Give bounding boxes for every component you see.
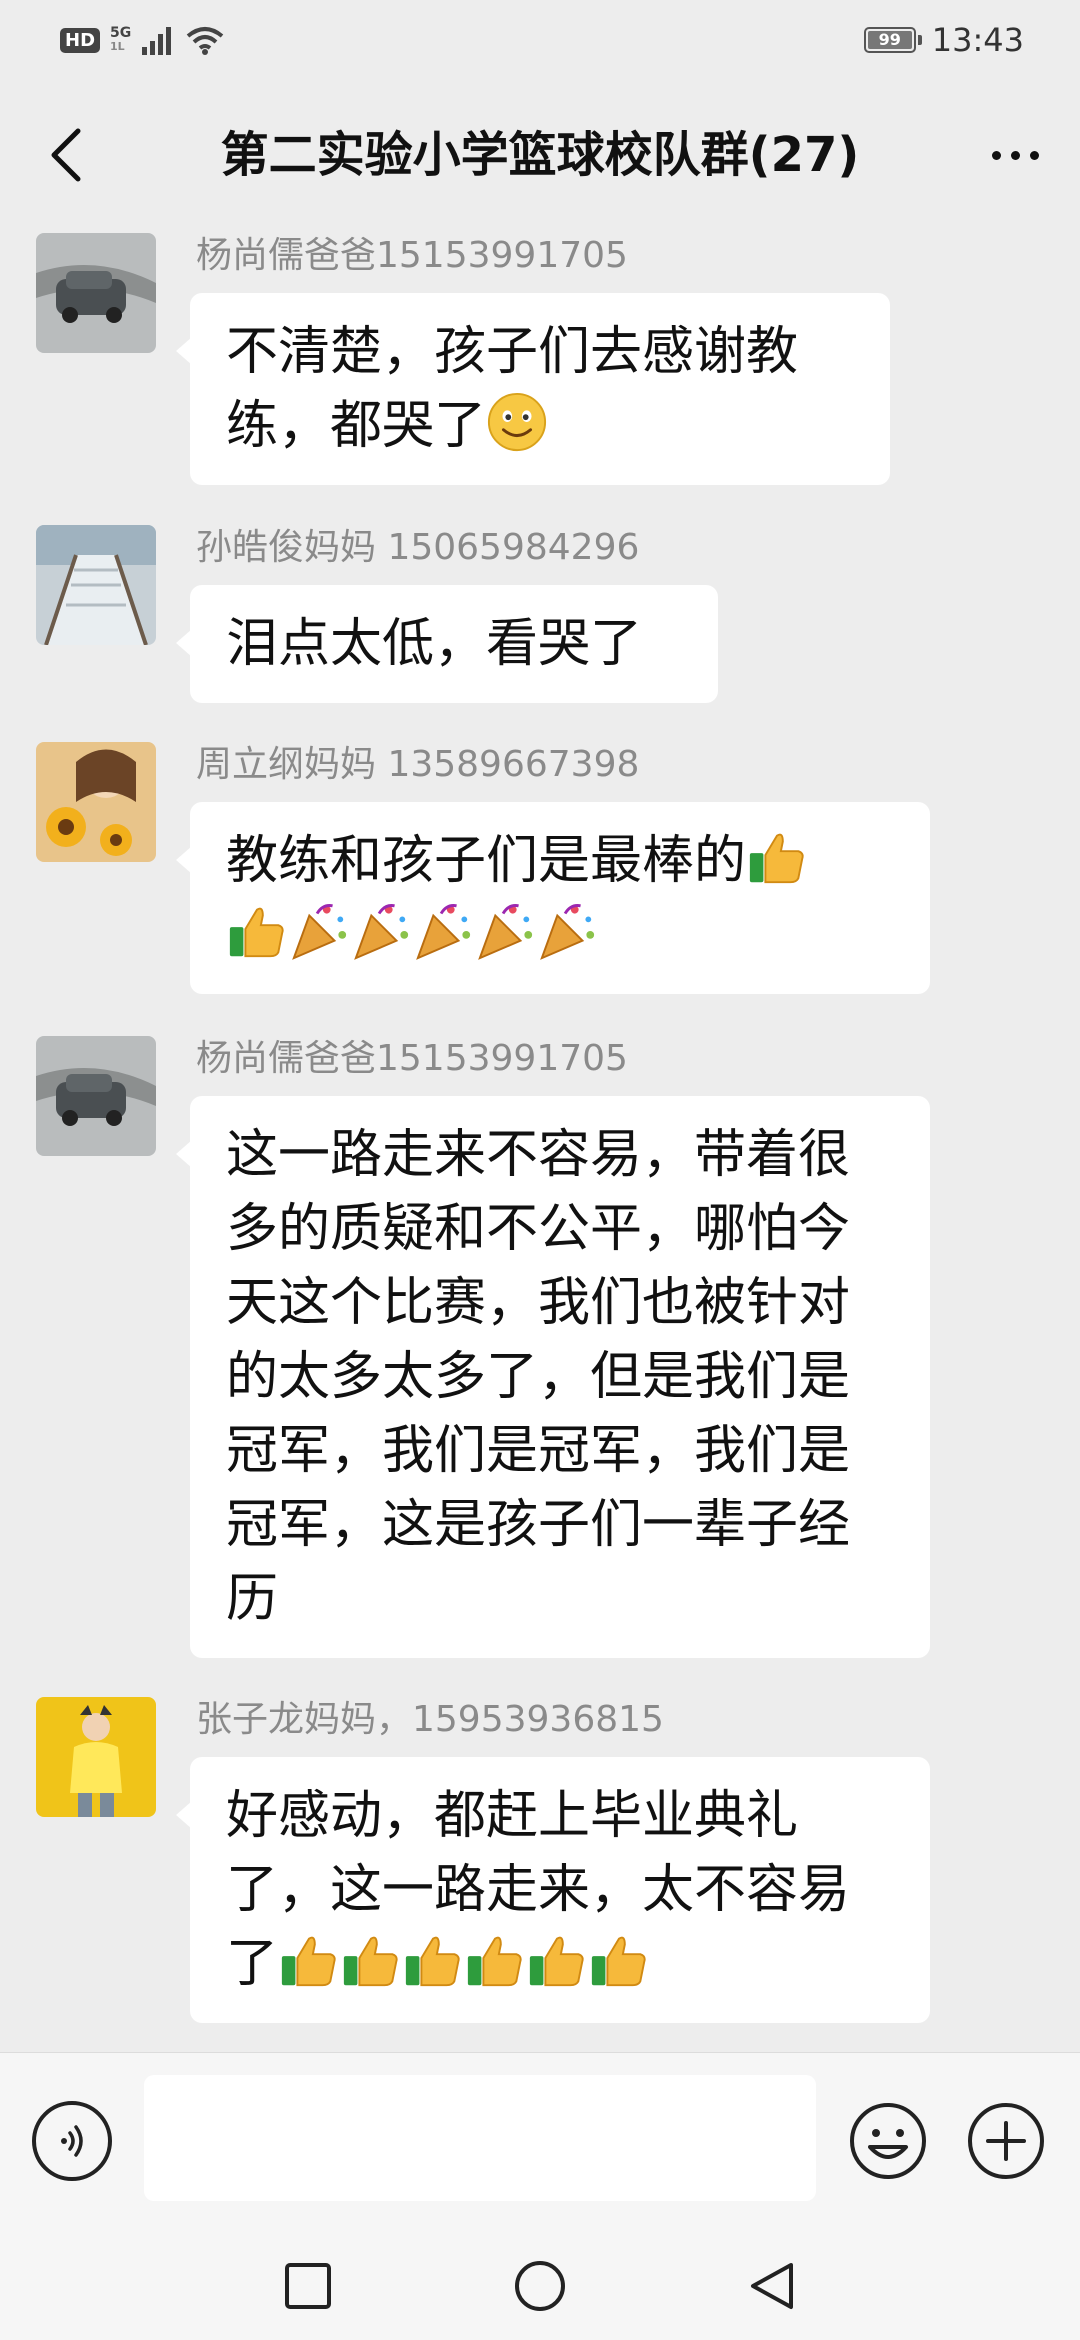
more-button[interactable] xyxy=(980,120,1050,190)
sender-name: 杨尚儒爸爸15153991705 xyxy=(196,1038,628,1079)
car-avatar-icon xyxy=(36,1036,156,1156)
thumbs-up-icon xyxy=(591,1936,646,1987)
plus-button[interactable] xyxy=(966,2101,1046,2181)
system-nav-bar xyxy=(0,2232,1080,2340)
chat-title: 第二实验小学篮球校队群(27) xyxy=(220,127,860,183)
status-right: 99 13:43 xyxy=(863,18,1024,62)
sender-name: 周立纲妈妈 13589667398 xyxy=(196,744,640,785)
voice-icon xyxy=(61,2125,83,2157)
avatar[interactable] xyxy=(36,742,156,862)
sender-name: 张子龙妈妈，15953936815 xyxy=(196,1699,664,1740)
message-line: 了 xyxy=(226,1934,279,1994)
battery-level: 99 xyxy=(878,30,901,49)
home-button[interactable] xyxy=(508,2254,572,2318)
message-line-with-emoji: 教练和孩子们是最棒的 xyxy=(226,824,894,898)
wifi-icon xyxy=(186,27,224,55)
message-bubble[interactable]: 好感动，都赶上毕业典礼 了，这一路走来，太不容易 了 xyxy=(176,1757,930,2023)
recent-apps-button[interactable] xyxy=(276,2254,340,2318)
thumbs-up-icon xyxy=(281,1936,336,1987)
thumbs-up-icon xyxy=(229,907,284,958)
battery-icon: 99 xyxy=(863,27,916,53)
snow-stairs-avatar-icon xyxy=(36,525,156,645)
party-popper-icon xyxy=(540,904,595,960)
more-dot xyxy=(1029,150,1039,160)
message-line: 冠军，我们是冠军，我们是 xyxy=(226,1421,851,1481)
square-icon xyxy=(285,2263,331,2309)
avatar[interactable] xyxy=(36,1697,156,1817)
more-dot xyxy=(1010,150,1020,160)
message-line: 天这个比赛，我们也被针对 xyxy=(226,1273,851,1333)
party-popper-icon xyxy=(478,904,533,960)
message-line-with-emoji: 练，都哭了 xyxy=(226,389,854,463)
message-line: 历 xyxy=(226,1569,279,1629)
chat-header: 第二实验小学篮球校队群(27) xyxy=(0,100,1080,210)
clock: 13:43 xyxy=(931,21,1024,59)
back-button[interactable] xyxy=(36,120,96,190)
thumbs-up-icon xyxy=(467,1936,522,1987)
message-bubble[interactable]: 这一路走来不容易，带着很 多的质疑和不公平，哪怕今 天这个比赛，我们也被针对 的… xyxy=(176,1096,930,1658)
message-bubble[interactable]: 泪点太低，看哭了 xyxy=(176,585,718,703)
message-line-with-emoji: 了 xyxy=(226,1927,894,2001)
avatar[interactable] xyxy=(36,233,156,353)
status-bar: HD 5G 1L 99 13:43 xyxy=(0,0,1080,80)
message-bubble[interactable]: 教练和孩子们是最棒的 xyxy=(176,802,930,994)
party-popper-icon xyxy=(354,904,409,960)
sender-name: 杨尚儒爸爸15153991705 xyxy=(196,235,628,276)
triangle-back-icon xyxy=(751,2263,793,2309)
message-input[interactable] xyxy=(144,2075,816,2201)
plus-icon xyxy=(968,2103,1044,2179)
hd-badge: HD xyxy=(60,27,101,53)
party-popper-icon xyxy=(292,904,347,960)
thumbs-up-icon xyxy=(343,1936,398,1987)
message-line: 不清楚，孩子们去感谢教 xyxy=(226,322,799,382)
network-label: 5G 1L xyxy=(110,25,132,53)
yellow-kid-avatar-icon xyxy=(36,1697,156,1817)
smile-emoji-icon xyxy=(487,392,547,452)
input-bar xyxy=(0,2052,1080,2233)
message-line: 教练和孩子们是最棒的 xyxy=(226,831,747,891)
car-avatar-icon xyxy=(36,233,156,353)
status-left: HD 5G 1L xyxy=(60,20,225,60)
sender-name: 孙皓俊妈妈 15065984296 xyxy=(196,527,640,568)
thumbs-up-icon xyxy=(405,1936,460,1987)
sunflower-avatar-icon xyxy=(36,742,156,862)
nav-back-button[interactable] xyxy=(740,2254,804,2318)
message-line: 多的质疑和不公平，哪怕今 xyxy=(226,1199,851,1259)
avatar[interactable] xyxy=(36,1036,156,1156)
chevron-left-icon xyxy=(51,128,81,182)
message-line: 冠军，这是孩子们一辈子经 xyxy=(226,1495,851,1555)
emoji-icon xyxy=(850,2103,926,2179)
message-line: 好感动，都赶上毕业典礼 xyxy=(226,1786,799,1846)
message-line: 了，这一路走来，太不容易 xyxy=(226,1860,851,1920)
avatar[interactable] xyxy=(36,525,156,645)
message-line: 这一路走来不容易，带着很 xyxy=(226,1125,851,1185)
message-line: 练，都哭了 xyxy=(226,396,487,456)
thumbs-up-icon xyxy=(749,833,804,884)
party-popper-icon xyxy=(416,904,471,960)
voice-button[interactable] xyxy=(32,2101,112,2181)
signal-icon xyxy=(142,27,172,55)
emoji-button[interactable] xyxy=(848,2101,928,2181)
more-dot xyxy=(991,150,1001,160)
message-bubble[interactable]: 不清楚，孩子们去感谢教 练，都哭了 xyxy=(176,293,890,485)
message-line: 泪点太低，看哭了 xyxy=(226,614,643,674)
circle-icon xyxy=(515,2261,565,2311)
emoji-line xyxy=(226,898,894,972)
thumbs-up-icon xyxy=(529,1936,584,1987)
message-line: 的太多太多了，但是我们是 xyxy=(226,1347,851,1407)
